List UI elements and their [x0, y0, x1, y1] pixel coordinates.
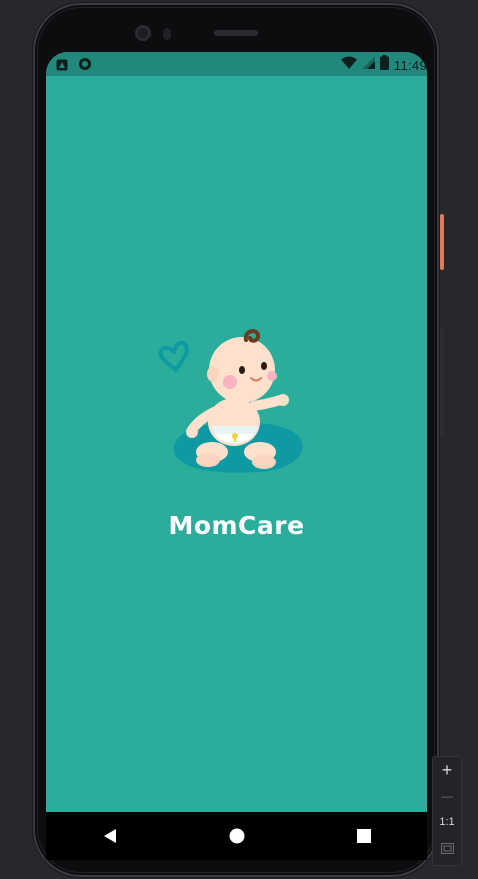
fit-screen-icon: [440, 842, 454, 854]
recents-button[interactable]: [344, 816, 384, 856]
phone-screen: 11:49 MomCare: [46, 52, 427, 860]
zoom-out-label: —: [441, 789, 453, 803]
baby-head: [207, 329, 277, 403]
zoom-in-label: +: [441, 759, 453, 780]
front-camera-icon: [135, 25, 151, 41]
signal-icon: [361, 56, 375, 74]
back-icon: [103, 829, 116, 843]
wifi-icon: [340, 56, 357, 74]
back-button[interactable]: [90, 816, 130, 856]
app-notification-icon: [56, 58, 68, 76]
home-button[interactable]: [217, 816, 257, 856]
baby-logo-illustration: [158, 329, 303, 473]
power-button[interactable]: [440, 214, 444, 270]
battery-icon: [379, 55, 389, 75]
status-right-icons: 11:49: [340, 55, 427, 75]
emulator-zoom-controls: + — 1:1: [432, 756, 462, 866]
home-icon: [229, 828, 244, 844]
status-time: 11:49: [393, 57, 427, 73]
emulator-stage: 11:49 MomCare + — 1:1: [0, 0, 478, 879]
navigation-bar: [46, 812, 427, 860]
volume-button[interactable]: [440, 326, 444, 436]
status-bar: 11:49: [46, 52, 427, 76]
app-title: MomCare: [168, 511, 305, 540]
proximity-sensor: [163, 28, 171, 40]
earpiece-speaker: [214, 30, 258, 36]
circle-notification-icon: [78, 57, 92, 76]
fit-screen-button[interactable]: [433, 835, 461, 861]
heart-icon: [158, 340, 189, 372]
zoom-out-button[interactable]: —: [433, 783, 461, 809]
recents-icon: [356, 829, 371, 843]
actual-size-label: 1:1: [439, 816, 455, 828]
status-left-icons: [56, 57, 92, 76]
zoom-in-button[interactable]: +: [433, 757, 461, 783]
actual-size-button[interactable]: 1:1: [433, 809, 461, 835]
splash-screen: MomCare: [46, 76, 427, 812]
